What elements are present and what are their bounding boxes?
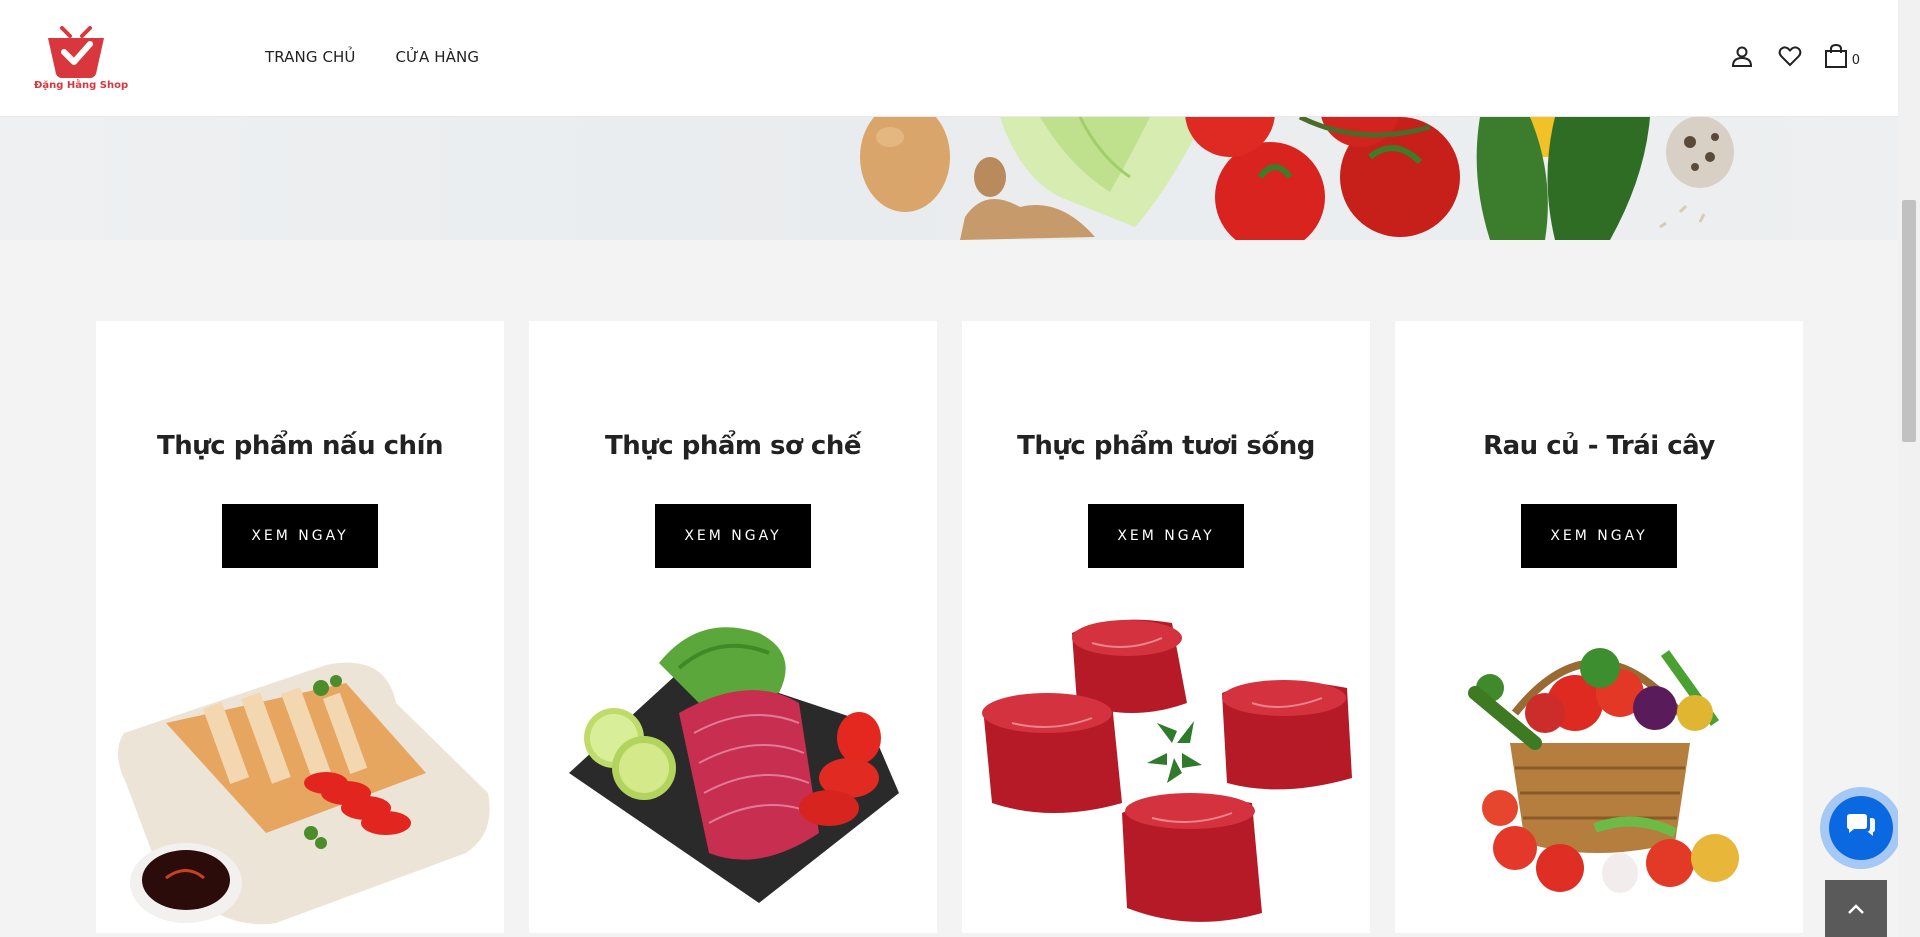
category-title: Rau củ - Trái cây: [1483, 431, 1715, 461]
category-card-prepared: Thực phẩm sơ chế XEM NGAY: [529, 321, 937, 933]
view-now-button[interactable]: XEM NGAY: [222, 504, 378, 568]
nav-shop[interactable]: CỬA HÀNG: [395, 48, 479, 66]
site-header: Đặng Hằng Shop TRANG CHỦ CỬA HÀNG 0: [0, 0, 1898, 117]
basket-logo-icon: [48, 26, 104, 78]
scrollbar-thumb[interactable]: [1902, 200, 1916, 442]
nav-home[interactable]: TRANG CHỦ: [265, 48, 355, 66]
view-now-button[interactable]: XEM NGAY: [1088, 504, 1244, 568]
logo-text: Đặng Hằng Shop: [34, 80, 129, 91]
vegetables-illustration: [860, 117, 1734, 240]
cooked-food-plate-image: [96, 593, 504, 933]
category-title: Thực phẩm tươi sống: [1017, 431, 1315, 461]
hero-banner-image: [0, 117, 1898, 240]
raw-beef-steaks-image: [962, 593, 1370, 933]
chat-button[interactable]: [1820, 787, 1902, 869]
user-icon[interactable]: [1728, 42, 1756, 70]
main-nav: TRANG CHỦ CỬA HÀNG: [265, 48, 479, 66]
sliced-tuna-plate-image: [529, 593, 937, 933]
category-card-vegetables: Rau củ - Trái cây XEM NGAY: [1395, 321, 1803, 933]
heart-icon[interactable]: [1776, 42, 1804, 70]
chat-icon: [1829, 796, 1893, 860]
view-now-button[interactable]: XEM NGAY: [1521, 504, 1677, 568]
category-title: Thực phẩm nấu chín: [157, 431, 444, 461]
cart-count: 0: [1851, 52, 1860, 68]
header-actions: 0: [1728, 42, 1860, 70]
category-card-fresh: Thực phẩm tươi sống XEM NGAY: [962, 321, 1370, 933]
back-to-top-button[interactable]: [1825, 880, 1887, 937]
view-now-button[interactable]: XEM NGAY: [655, 504, 811, 568]
cart-button[interactable]: 0: [1824, 43, 1860, 69]
vegetable-basket-image: [1395, 593, 1803, 933]
shop-logo[interactable]: Đặng Hằng Shop: [34, 22, 129, 96]
chevron-up-icon: [1848, 903, 1864, 914]
category-card-cooked: Thực phẩm nấu chín XEM NGAY: [96, 321, 504, 933]
page-scrollbar[interactable]: [1898, 0, 1920, 937]
category-title: Thực phẩm sơ chế: [605, 431, 861, 461]
shopping-bag-icon: [1824, 43, 1847, 68]
